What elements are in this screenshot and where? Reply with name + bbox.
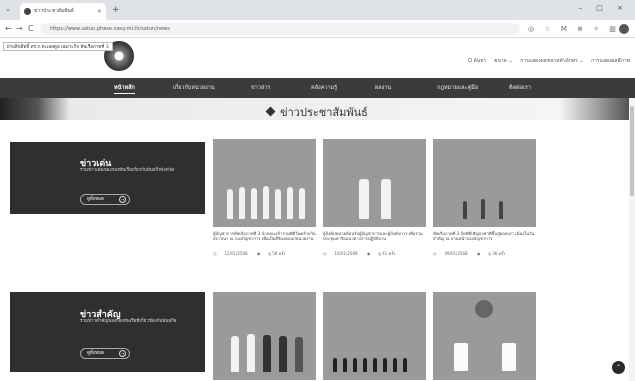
news-photo bbox=[323, 292, 426, 380]
news-photo bbox=[433, 139, 536, 227]
arrow-icon: → bbox=[119, 196, 126, 203]
eye-icon: ◉ bbox=[256, 251, 261, 256]
news-caption: ทัพเรือภาคที่ 3 จัดพิธีเชิญธงชาติขึ้นสู่… bbox=[433, 231, 535, 242]
back-to-top-button[interactable]: ⌃ bbox=[612, 361, 625, 374]
forward-button[interactable]: → bbox=[16, 23, 23, 35]
section-desc-featured: รวมข่าวเด่นของกองทัพเรือเกี่ยวกับพันธกิจ… bbox=[80, 168, 175, 173]
utility-bar: Q ค้นหา ขนาด ⌄ การแสดงผลขนาดตัวอักษร ⌄ ก… bbox=[468, 56, 635, 65]
nav-item-home[interactable]: หน้าหลัก bbox=[114, 78, 135, 98]
page-title: ข่าวประชาสัมพันธ์ bbox=[0, 103, 635, 121]
reload-button[interactable]: C bbox=[28, 23, 34, 35]
nav-item-contact[interactable]: ติดต่อเรา bbox=[509, 78, 531, 98]
nav-item-laws[interactable]: กฎหมายและคู่มือ bbox=[437, 78, 478, 98]
calendar-icon: ◷ bbox=[323, 251, 327, 256]
nav-item-knowledge[interactable]: คลังความรู้ bbox=[311, 78, 337, 98]
news-views: ดู 36 ครั้ง bbox=[488, 251, 506, 256]
eye-icon: ◉ bbox=[366, 251, 371, 256]
browser-tab[interactable]: ข่าวประชาสัมพันธ์ × bbox=[20, 3, 106, 20]
nav-item-about[interactable]: เกี่ยวกับหน่วยงาน bbox=[173, 78, 215, 98]
arrow-icon: → bbox=[119, 350, 126, 357]
page-scrollbar[interactable] bbox=[629, 98, 635, 381]
search-link[interactable]: Q ค้นหา bbox=[468, 58, 486, 64]
tab-close-icon[interactable]: × bbox=[97, 3, 102, 20]
font-size-select[interactable]: ขนาด ⌄ bbox=[494, 58, 513, 64]
news-photo bbox=[323, 139, 426, 227]
view-all-featured-button[interactable]: ดูทั้งหมด → bbox=[80, 194, 130, 205]
news-meta: ◷ 09/01/2568 ◉ ดู 36 ครั้ง bbox=[433, 250, 536, 257]
link-status-tooltip: ฝ่ายลิขสิทธิ์ ทร.ก.ทะเลสตูล เฉพาะกิจ ทัพ… bbox=[3, 42, 113, 51]
tab-menu-icon[interactable]: ⌄ bbox=[5, 5, 11, 13]
news-card[interactable]: ผู้บังคับหน่วยต้อนรับผู้บัญชาการและผู้บั… bbox=[323, 139, 426, 257]
news-card[interactable] bbox=[323, 292, 426, 380]
news-views: ดู 41 ครั้ง bbox=[378, 251, 396, 256]
news-photo bbox=[213, 139, 316, 227]
calendar-icon: ◷ bbox=[213, 251, 217, 256]
news-card[interactable] bbox=[213, 292, 316, 380]
news-caption: ผู้บังคับหน่วยต้อนรับผู้บัญชาการและผู้บั… bbox=[323, 231, 423, 242]
profile-avatar[interactable] bbox=[619, 24, 629, 34]
scrollbar-thumb[interactable] bbox=[630, 106, 634, 196]
view-all-important-button[interactable]: ดูทั้งหมด → bbox=[80, 348, 130, 359]
news-date: 12/01/2568 bbox=[224, 251, 248, 256]
news-card[interactable] bbox=[433, 292, 536, 380]
news-date: 09/01/2568 bbox=[444, 251, 468, 256]
back-button[interactable]: ← bbox=[5, 23, 12, 35]
main-navigation: หน้าหลัก เกี่ยวกับหน่วยงาน ข่าวสาร คลังค… bbox=[0, 78, 635, 98]
important-news-box bbox=[10, 292, 205, 372]
nav-item-works[interactable]: ผลงาน bbox=[375, 78, 391, 98]
section-desc-important: รวมข่าวสำคัญของกองทัพเรือที่เกี่ยวข้องกั… bbox=[80, 319, 177, 324]
eye-icon: ◉ bbox=[476, 251, 481, 256]
new-tab-button[interactable]: + bbox=[112, 4, 120, 16]
news-card[interactable]: ทัพเรือภาคที่ 3 จัดพิธีเชิญธงชาติขึ้นสู่… bbox=[433, 139, 536, 257]
news-card[interactable]: ผู้บัญชาการทัพเรือภาคที่ 3 นำคณะเข้าร่วม… bbox=[213, 139, 316, 257]
view-all-label: ดูทั้งหมด bbox=[87, 351, 104, 356]
tab-strip: ⌄ ข่าวประชาสัมพันธ์ × + – □ × bbox=[0, 0, 635, 20]
view-all-label: ดูทั้งหมด bbox=[87, 197, 104, 202]
address-bar[interactable]: https://www.satun.phase.navy.mi.th/satun… bbox=[40, 23, 520, 35]
font-size-option[interactable]: การแสดงผลขนาดตัวอักษร ⌄ bbox=[520, 58, 583, 64]
nav-item-news[interactable]: ข่าวสาร bbox=[251, 78, 270, 98]
news-photo bbox=[433, 292, 536, 380]
news-meta: ◷ 10/01/2568 ◉ ดู 41 ครั้ง bbox=[323, 250, 426, 257]
calendar-icon: ◷ bbox=[433, 251, 437, 256]
diamond-icon bbox=[265, 106, 276, 117]
news-meta: ◷ 12/01/2568 ◉ ดู 58 ครั้ง bbox=[213, 250, 316, 257]
page-title-text: ข่าวประชาสัมพันธ์ bbox=[280, 106, 368, 119]
news-caption: ผู้บัญชาการทัพเรือภาคที่ 3 นำคณะเข้าร่วม… bbox=[213, 231, 316, 242]
news-views: ดู 58 ครั้ง bbox=[268, 251, 286, 256]
browser-window: ⌄ ข่าวประชาสัมพันธ์ × + – □ × ← → C http… bbox=[0, 0, 635, 381]
favicon-icon bbox=[24, 8, 31, 15]
browser-toolbar: ← → C https://www.satun.phase.navy.mi.th… bbox=[0, 20, 635, 45]
news-date: 10/01/2568 bbox=[334, 251, 358, 256]
tab-title: ข่าวประชาสัมพันธ์ bbox=[34, 8, 74, 14]
contrast-label: การแสดงผลสีภาพ bbox=[591, 57, 631, 64]
window-controls[interactable]: – □ × bbox=[579, 4, 629, 12]
news-photo bbox=[213, 292, 316, 380]
